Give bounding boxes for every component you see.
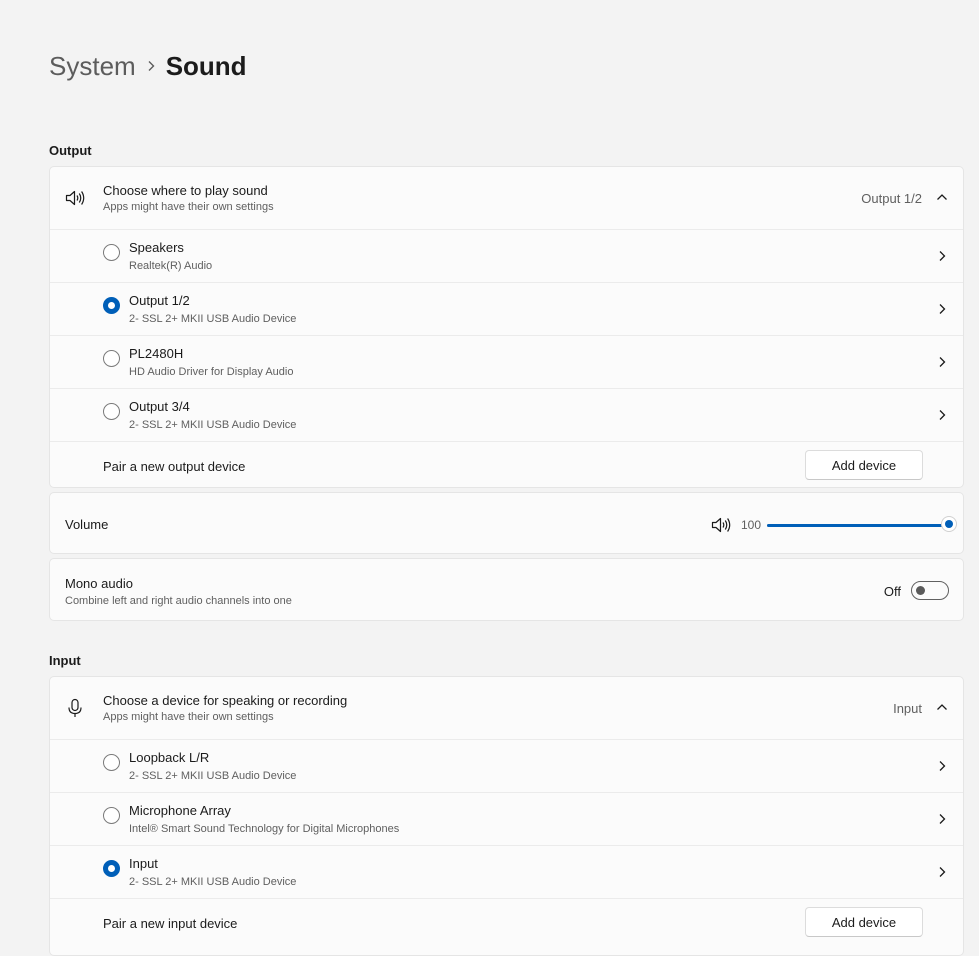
chevron-up-icon[interactable] [935, 700, 949, 714]
pair-input-label: Pair a new input device [103, 916, 238, 931]
breadcrumb-chevron-icon [136, 60, 166, 72]
input-device-row-input[interactable]: Input 2- SSL 2+ MKII USB Audio Device [50, 845, 963, 898]
pair-output-label: Pair a new output device [103, 459, 246, 474]
mono-audio-title: Mono audio [65, 576, 133, 591]
input-device-card: Choose a device for speaking or recordin… [49, 676, 964, 956]
chevron-right-icon[interactable] [935, 865, 949, 879]
breadcrumb: System Sound [49, 48, 247, 84]
page-title: Sound [165, 50, 247, 81]
toggle-knob [916, 586, 925, 595]
add-input-device-button[interactable]: Add device [805, 907, 923, 937]
device-driver: 2- SSL 2+ MKII USB Audio Device [129, 419, 297, 431]
device-driver: 2- SSL 2+ MKII USB Audio Device [129, 313, 297, 325]
add-output-device-button[interactable]: Add device [805, 450, 923, 480]
speaker-icon[interactable] [710, 515, 732, 535]
mono-audio-subtitle: Combine left and right audio channels in… [65, 595, 292, 607]
output-device-row-pl2480h[interactable]: PL2480H HD Audio Driver for Display Audi… [50, 335, 963, 388]
microphone-icon [64, 697, 86, 719]
input-selected-device: Input [893, 701, 922, 716]
chevron-right-icon[interactable] [935, 302, 949, 316]
chevron-right-icon[interactable] [935, 249, 949, 263]
mono-audio-state: Off [883, 584, 901, 599]
device-driver: 2- SSL 2+ MKII USB Audio Device [129, 770, 297, 782]
device-name: Output 3/4 [129, 399, 190, 414]
slider-fill [767, 524, 949, 527]
breadcrumb-system[interactable]: System [49, 51, 136, 82]
pair-output-row: Pair a new output device Add device [50, 441, 963, 488]
radio-button[interactable] [103, 754, 120, 771]
device-name: Output 1/2 [129, 293, 190, 308]
volume-card: Volume 100 [49, 492, 964, 554]
device-name: Input [129, 856, 158, 871]
radio-button[interactable] [103, 350, 120, 367]
device-driver: HD Audio Driver for Display Audio [129, 366, 294, 378]
output-header-title: Choose where to play sound [103, 183, 268, 198]
slider-thumb[interactable] [942, 517, 956, 531]
output-section-title: Output [49, 143, 92, 158]
chevron-up-icon[interactable] [935, 190, 949, 204]
input-device-row-loopback[interactable]: Loopback L/R 2- SSL 2+ MKII USB Audio De… [50, 739, 963, 792]
radio-button[interactable] [103, 244, 120, 261]
output-device-card: Choose where to play sound Apps might ha… [49, 166, 964, 488]
mono-audio-toggle[interactable] [911, 581, 949, 600]
output-device-row-output-3-4[interactable]: Output 3/4 2- SSL 2+ MKII USB Audio Devi… [50, 388, 963, 441]
device-driver: Intel® Smart Sound Technology for Digita… [129, 823, 400, 835]
chevron-right-icon[interactable] [935, 759, 949, 773]
radio-button[interactable] [103, 807, 120, 824]
output-header[interactable]: Choose where to play sound Apps might ha… [50, 167, 963, 229]
device-name: PL2480H [129, 346, 184, 361]
pair-input-row: Pair a new input device Add device [50, 898, 963, 945]
device-name: Loopback L/R [129, 750, 210, 765]
output-selected-device: Output 1/2 [861, 191, 922, 206]
output-device-row-output-1-2[interactable]: Output 1/2 2- SSL 2+ MKII USB Audio Devi… [50, 282, 963, 335]
radio-button[interactable] [103, 860, 120, 877]
output-device-row-speakers[interactable]: Speakers Realtek(R) Audio [50, 229, 963, 282]
volume-label: Volume [65, 517, 109, 532]
volume-slider[interactable] [767, 517, 956, 533]
volume-value: 100 [741, 518, 762, 532]
input-header-subtitle: Apps might have their own settings [103, 711, 274, 723]
mono-audio-card: Mono audio Combine left and right audio … [49, 558, 964, 621]
input-header[interactable]: Choose a device for speaking or recordin… [50, 677, 963, 739]
radio-button[interactable] [103, 403, 120, 420]
device-driver: Realtek(R) Audio [129, 260, 213, 272]
radio-button[interactable] [103, 297, 120, 314]
chevron-right-icon[interactable] [935, 408, 949, 422]
device-driver: 2- SSL 2+ MKII USB Audio Device [129, 876, 297, 888]
input-section-title: Input [49, 653, 81, 668]
device-name: Microphone Array [129, 803, 231, 818]
output-header-subtitle: Apps might have their own settings [103, 201, 274, 213]
input-header-title: Choose a device for speaking or recordin… [103, 693, 348, 708]
input-device-row-microphone-array[interactable]: Microphone Array Intel® Smart Sound Tech… [50, 792, 963, 845]
device-name: Speakers [129, 240, 184, 255]
chevron-right-icon[interactable] [935, 355, 949, 369]
speaker-icon [64, 187, 86, 209]
chevron-right-icon[interactable] [935, 812, 949, 826]
